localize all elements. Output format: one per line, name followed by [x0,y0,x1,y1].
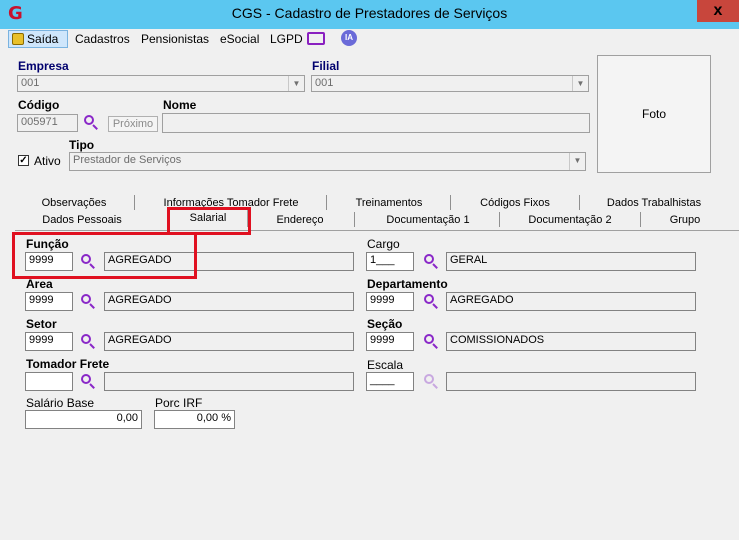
menu-exit-label: Saída [27,32,59,46]
cargo-search-icon[interactable] [423,253,439,269]
monitor-icon[interactable] [307,32,325,45]
filial-value: 001 [315,77,334,89]
departamento-label: Departamento [367,277,448,291]
ia-icon[interactable]: IA [341,30,357,46]
highlight-funcao-field [12,232,197,279]
tab-separator [579,195,580,210]
secao-desc: COMISSIONADOS [446,332,696,351]
chevron-down-icon: ▼ [288,76,304,91]
menu-cadastros[interactable]: Cadastros [75,31,130,47]
tab-separator [354,212,355,227]
departamento-search-icon[interactable] [423,293,439,309]
title-bar: G CGS - Cadastro de Prestadores de Servi… [0,0,739,29]
tab-separator [134,195,135,210]
setor-label: Setor [26,317,57,331]
cargo-code-input[interactable]: 1___ [366,252,414,271]
tipo-value: Prestador de Serviços [73,154,182,166]
secao-code-input[interactable]: 9999 [366,332,414,351]
tomador-code-input[interactable] [25,372,73,391]
tomador-frete-label: Tomador Frete [26,357,110,371]
menu-lgpd[interactable]: LGPD [270,31,303,47]
salario-base-label: Salário Base [26,396,95,410]
codigo-label: Código [18,98,60,112]
tab-treinamentos[interactable]: Treinamentos [330,195,448,211]
secao-search-icon[interactable] [423,333,439,349]
chevron-down-icon: ▼ [572,76,588,91]
next-button[interactable]: Próximo [108,116,158,132]
tomador-search-icon[interactable] [80,373,96,389]
menu-exit[interactable]: Saída [8,30,68,48]
empresa-select[interactable]: 001 ▼ [17,75,305,92]
window-title: CGS - Cadastro de Prestadores de Serviço… [231,5,508,21]
filial-select[interactable]: 001 ▼ [311,75,589,92]
setor-search-icon[interactable] [80,333,96,349]
tab-codigos-fixos[interactable]: Códigos Fixos [456,195,574,211]
ativo-checkbox[interactable]: ✓ [18,155,29,166]
nome-label: Nome [163,98,197,112]
tab-endereco[interactable]: Endereço [252,212,348,228]
photo-box[interactable]: Foto [597,55,711,173]
nome-input[interactable] [162,113,590,133]
departamento-desc: AGREGADO [446,292,696,311]
tab-grupo[interactable]: Grupo [645,212,725,228]
tab-documentacao-2[interactable]: Documentação 2 [504,212,636,228]
tomador-desc [104,372,354,391]
empresa-value: 001 [21,77,40,89]
tipo-label: Tipo [69,138,95,152]
escala-label: Escala [367,358,404,372]
tipo-select[interactable]: Prestador de Serviços ▼ [69,152,586,171]
area-code-input[interactable]: 9999 [25,292,73,311]
cargo-desc: GERAL [446,252,696,271]
area-search-icon[interactable] [80,293,96,309]
highlight-salarial-tab [167,207,251,235]
menu-pensionistas[interactable]: Pensionistas [141,31,209,47]
escala-search-icon[interactable] [423,373,439,389]
tab-separator [640,212,641,227]
tab-dados-trabalhistas[interactable]: Dados Trabalhistas [584,195,724,211]
setor-desc: AGREGADO [104,332,354,351]
cargo-label: Cargo [367,237,400,251]
escala-code-input[interactable]: ____ [366,372,414,391]
tab-observacoes[interactable]: Observações [20,195,128,211]
codigo-input[interactable]: 005971 [17,114,78,132]
tab-dados-pessoais[interactable]: Dados Pessoais [20,212,144,228]
area-desc: AGREGADO [104,292,354,311]
close-button[interactable]: x [697,0,739,22]
tab-documentacao-1[interactable]: Documentação 1 [358,212,498,228]
lock-icon [12,33,24,45]
salario-base-input[interactable]: 0,00 [25,410,142,429]
area-label: Area [26,277,53,291]
tab-separator [450,195,451,210]
porc-irf-label: Porc IRF [155,396,203,410]
departamento-code-input[interactable]: 9999 [366,292,414,311]
chevron-down-icon: ▼ [569,153,585,170]
porc-irf-input[interactable]: 0,00 % [154,410,235,429]
escala-desc [446,372,696,391]
ativo-label: Ativo [34,154,61,168]
setor-code-input[interactable]: 9999 [25,332,73,351]
menu-esocial[interactable]: eSocial [220,31,259,47]
codigo-search-icon[interactable] [83,114,99,130]
tab-separator [499,212,500,227]
empresa-label: Empresa [18,59,69,73]
secao-label: Seção [367,317,403,331]
tab-separator [326,195,327,210]
tab-panel-border [15,230,739,231]
filial-label: Filial [312,59,340,73]
